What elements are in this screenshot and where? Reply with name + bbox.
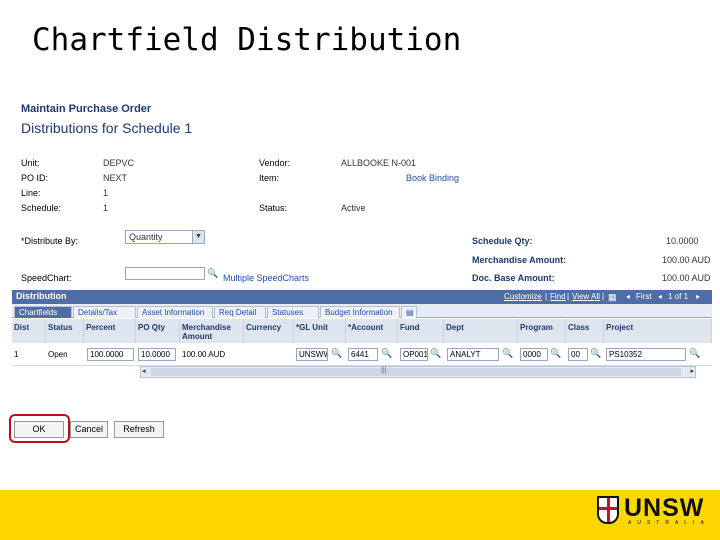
col-po-qty: PO Qty [136,319,180,343]
merchandise-amount-label: Merchandise Amount: [472,255,567,265]
cell-merchandise-amount: 100.00 AUD [182,350,226,359]
vendor-value: ALLBOOKE N-001 [341,158,417,168]
slide-title: Chartfield Distribution [32,22,462,58]
item-link[interactable]: Book Binding [406,173,459,183]
po-qty-input[interactable]: 10.0000 [138,348,176,361]
grid-title: Distribution [16,291,67,301]
breadcrumb: Maintain Purchase Order [21,103,152,115]
row-counter: 1 of 1 [668,292,689,301]
status-value: Active [341,203,366,213]
unit-value: DEPVC [103,158,135,168]
account-input[interactable]: 6441 [348,348,378,361]
col-status: Status [46,319,84,343]
lookup-icon[interactable]: 🔍 [689,348,700,359]
customize-link[interactable]: Customize [504,292,542,301]
distribute-by-label: *Distribute By: [21,236,79,246]
cancel-button[interactable]: Cancel [70,421,108,438]
col-percent: Percent [84,319,136,343]
fund-input[interactable]: OP001 [400,348,428,361]
chevron-down-icon[interactable]: ▼ [192,231,204,243]
project-input[interactable]: PS10352 [606,348,686,361]
col-merchandise-amount: Merchandise Amount [180,319,244,343]
lookup-icon[interactable]: 🔍 [207,268,218,279]
cell-dist: 1 [14,350,19,359]
first-arrow-icon[interactable]: ◂ [626,292,630,301]
find-link[interactable]: Find [550,292,566,301]
tab-details-tax[interactable]: Details/Tax [73,306,136,318]
merchandise-amount-value: 100.00 AUD [662,255,711,265]
refresh-button[interactable]: Refresh [114,421,164,438]
poid-value: NEXT [103,173,128,183]
ok-button-highlight [9,414,70,443]
distribution-grid-header: Distribution Customize | Find | View All… [12,290,712,304]
program-input[interactable]: 0000 [520,348,548,361]
crest-bar [607,498,610,522]
multiple-speedcharts-link[interactable]: Multiple SpeedCharts [223,273,309,283]
schedule-qty-label: Schedule Qty: [472,236,533,246]
class-input[interactable]: 00 [568,348,588,361]
unsw-logo: UNSW [624,494,705,522]
view-all-link[interactable]: View All [572,292,600,301]
col-gl-unit: *GL Unit [294,319,346,343]
first-link[interactable]: First [636,292,652,301]
distribute-by-value: Quantity [129,232,163,242]
tab-req-detail[interactable]: Req Detail [214,306,266,318]
col-dept: Dept [444,319,518,343]
scrollbar-thumb[interactable] [151,368,681,376]
lookup-icon[interactable]: 🔍 [331,348,342,359]
speedchart-label: SpeedChart: [21,273,72,283]
vendor-label: Vendor: [259,158,291,168]
nav-separator: | [602,292,605,301]
cell-status: Open [48,350,68,359]
col-currency: Currency [244,319,294,343]
col-project: Project [604,319,712,343]
distribute-by-select[interactable]: Quantity ▼ [125,230,205,244]
nav-separator: | [545,292,548,301]
tab-statuses[interactable]: Statuses [267,306,319,318]
scroll-right-icon[interactable]: ▸ [690,367,694,375]
line-label: Line: [21,188,41,198]
line-value: 1 [103,188,109,198]
percent-input[interactable]: 100.0000 [87,348,134,361]
unsw-logo-subtitle: AUSTRALIA [628,520,710,526]
scrollbar-grip-icon: ||| [381,367,387,374]
grid-tabs: Chartfields Details/Tax Asset Informatio… [12,304,712,318]
prev-arrow-icon[interactable]: ◂ [658,292,662,301]
speedchart-input[interactable] [125,267,205,280]
horizontal-scrollbar[interactable]: ◂ ||| ▸ [140,366,696,378]
schedule-qty-value: 10.0000 [666,236,699,246]
download-icon[interactable]: ▦ [608,292,617,303]
status-label: Status: [259,203,288,213]
page-title: Distributions for Schedule 1 [21,120,193,136]
col-class: Class [566,319,604,343]
unit-label: Unit: [21,158,40,168]
item-label: Item: [259,173,280,183]
doc-base-amount-value: 100.00 AUD [662,273,711,283]
lookup-icon[interactable]: 🔍 [550,348,561,359]
lookup-icon[interactable]: 🔍 [381,348,392,359]
lookup-icon[interactable]: 🔍 [502,348,513,359]
col-fund: Fund [398,319,444,343]
tab-chartfields[interactable]: Chartfields [14,306,72,318]
col-account: *Account [346,319,398,343]
col-program: Program [518,319,566,343]
show-all-tabs-icon[interactable]: ▤ [401,306,417,318]
lookup-icon[interactable]: 🔍 [590,348,601,359]
tab-asset-information[interactable]: Asset Information [137,306,213,318]
gl-unit-input[interactable]: UNSWW [296,348,328,361]
dept-input[interactable]: ANALYT [447,348,499,361]
next-arrow-icon[interactable]: ▸ [696,292,700,301]
unsw-crest-icon [597,496,619,524]
scroll-left-icon[interactable]: ◂ [142,367,146,375]
lookup-icon[interactable]: 🔍 [430,348,441,359]
doc-base-amount-label: Doc. Base Amount: [472,273,555,283]
nav-separator: | [567,292,570,301]
schedule-label: Schedule: [21,203,62,213]
tab-budget-information[interactable]: Budget Information [320,306,400,318]
schedule-value: 1 [103,203,109,213]
poid-label: PO ID: [21,173,49,183]
col-dist: Dist [12,319,46,343]
